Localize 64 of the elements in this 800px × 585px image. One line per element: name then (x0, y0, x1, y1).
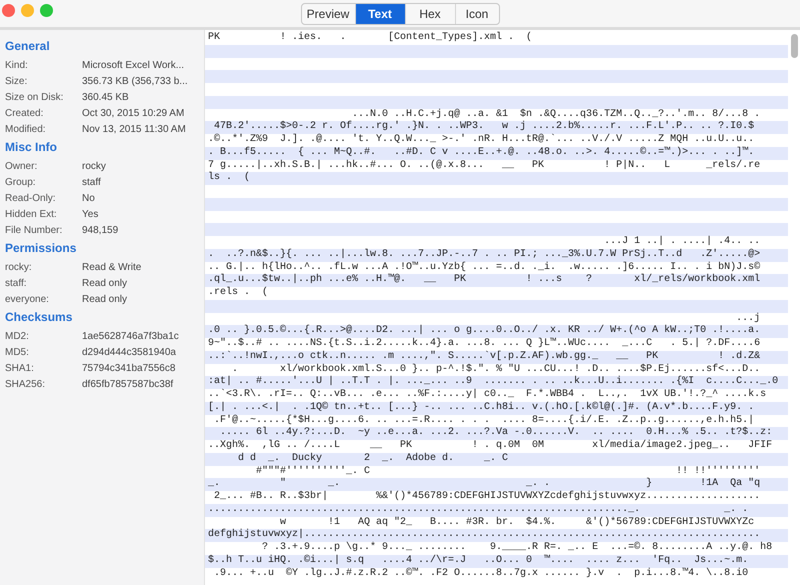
info-value: Oct 30, 2015 10:29 AM (82, 108, 184, 118)
text-line: ..`<3.R\. .rI=.. Q:..vB... .e... ..%F.:....y| c0.._ F.*.WBB4 . L..,. 1vX UB.'!.?_^ ....k.s (207, 389, 768, 402)
info-label: Size: (5, 76, 28, 86)
view-tab[interactable]: Preview (302, 4, 354, 24)
text-line: 7 g.....|..xh.S.B.| ...hk..#... O. ..(@.x.8... __ PK ! P|N.. L _rels/.re (207, 160, 762, 172)
text-line: 9~"..$..# .. ....NS.{t.S..i.2.....k..4}.a. ...8. ... Q }L™..WUc.... _...C . 5.| ?.DF....6 (207, 338, 762, 350)
minimize-button[interactable] (21, 4, 34, 17)
info-value: 75794c341ba7556c8 (82, 362, 176, 374)
info-value: 948,159 (82, 224, 118, 236)
info-value: Microsoft Excel Work... (82, 60, 184, 70)
text-line: .rels . ( (207, 287, 270, 300)
text-line: .. G.|.. h{lHo..^.. .fL.w ...A .!O™..u.Yzb{ ... =..d. ._i. .w..... .]6..... I.. . i bN)J.s© (207, 262, 762, 274)
text-line: . xl/workbook.xml.S...0 }.. p-^.!$.". % "U ...CU...! .D.. ....$P.Ej......sf<...D.. (231, 364, 762, 376)
text-line: #"""#''''''''''_. C !! !!''''''''' (255, 466, 762, 478)
text-line: .©..*'.Z%9 J.]. .@.... 't. Y..Q.W..._ >-.' .nR. H...tR@.`... ..V./.V .....Z MQH ..u.U..u.. (207, 134, 756, 146)
text-line: ..Xgh%. ,lG .. /....L __ PK ! . q.0M 0M xl/media/image2.jpeg_.. JFIF (207, 440, 774, 452)
section-heading: Misc Info (5, 140, 58, 154)
scrollbar-thumb[interactable] (791, 34, 798, 58)
text-line: PK ! .ies. . [Content_Types].xml . ( (207, 32, 534, 45)
info-label: SHA1: (5, 362, 35, 374)
zoom-button[interactable] (40, 4, 53, 17)
view-tab[interactable]: Hex (404, 4, 454, 24)
section-heading: Permissions (5, 241, 78, 255)
info-value: d294d444c3581940a (82, 346, 176, 358)
view-tab[interactable]: Icon (454, 4, 498, 24)
info-value: staff (82, 176, 101, 188)
close-button[interactable] (2, 4, 15, 17)
info-label: Modified: (5, 124, 47, 134)
info-label: MD2: (5, 330, 30, 342)
info-label: Kind: (5, 60, 29, 70)
info-value: 1ae5628746a7f3ba1c (82, 330, 179, 342)
section-heading: Checksums (5, 310, 74, 324)
text-line: 2_... #B.. R..$3br| %&'()*456789:CDEFGHIJSTUVWXYZcdefghijstuvwxyz................... (213, 491, 762, 504)
text-line: .F'@..~.....{*$H...g....6. .. ...=.R.... . . . .... 8=....{.i/.E. .Z..p..g......,e.h.h5.| (213, 414, 756, 426)
info-value: 360.45 KB (82, 92, 129, 102)
section-heading: General (5, 39, 51, 53)
text-line: ...J 1 ..| . ....| .4.. .. (603, 236, 762, 248)
view-tab[interactable]: Text (354, 4, 404, 24)
info-label: Owner: (5, 160, 38, 172)
info-label: everyone: (5, 294, 50, 304)
info-label: MD5: (5, 346, 30, 358)
info-label: File Number: (5, 224, 64, 236)
info-label: rocky: (5, 262, 33, 272)
text-line: ? .3.+.9....p \g..* 9..._ ........ 9.____.R R=. _.. E ...=©. 8........A ..y.@. h8 (261, 542, 774, 554)
info-label: Read-Only: (5, 192, 57, 204)
info-value: No (82, 192, 95, 204)
info-label: Created: (5, 108, 44, 118)
info-value: Read only (82, 278, 128, 288)
info-value: rocky (82, 160, 106, 172)
info-value: 356.73 KB (356,733 b... (82, 76, 188, 86)
info-label: SHA256: (5, 378, 46, 390)
text-line: ...N.0 ..H.C.+j.q@ ..a. &1 $n .&Q....q36.TZM..Q.._?..'.m.. 8/...8 . (351, 108, 762, 120)
text-line: ...j (735, 312, 762, 325)
info-value: Read only (82, 294, 128, 304)
info-label: Size on Disk: (5, 92, 64, 102)
info-value: Read & Write (82, 262, 142, 272)
info-value: Nov 13, 2015 11:30 AM (82, 124, 186, 134)
info-label: Group: (5, 176, 37, 188)
info-value: Yes (82, 208, 98, 220)
text-line: .9... +..u ©Y .lg..J.#.z.R.2 ..©™. .F2 O......8..7g.x ...... }.v . p.i...8.™4. \..8.i0 (213, 568, 750, 580)
text-line: w !1 AQ aq "2_ B.... #3R. br. $4.%. &'()*56789:CDEFGHIJSTUVWXYZc (279, 516, 756, 528)
info-label: Hidden Ext: (5, 208, 58, 220)
info-value: df65fb7857587bc38f (82, 378, 174, 390)
info-label: staff: (5, 278, 28, 288)
